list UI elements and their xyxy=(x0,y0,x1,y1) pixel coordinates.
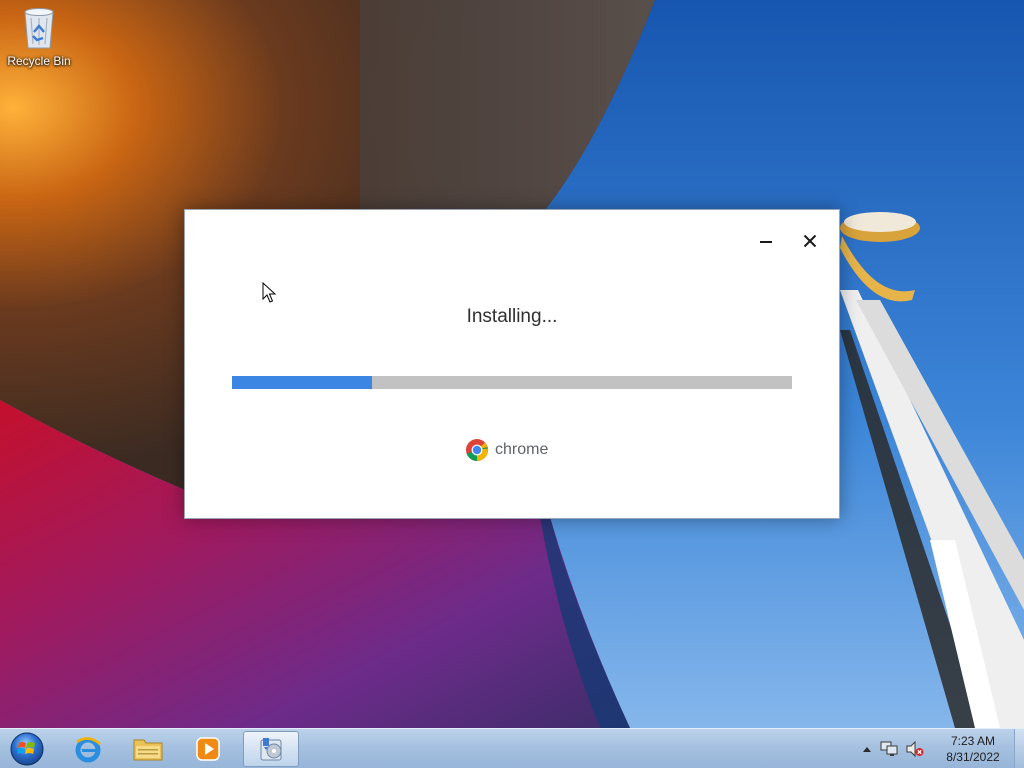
chrome-brand-name: chrome xyxy=(495,441,549,458)
show-hidden-icons-button[interactable] xyxy=(862,745,872,753)
close-icon xyxy=(803,234,817,248)
folder-icon xyxy=(133,739,163,761)
show-desktop-button[interactable] xyxy=(1014,729,1024,768)
show-hidden-icons-icon xyxy=(863,747,871,752)
taskbar-media-player[interactable] xyxy=(180,731,236,767)
volume-control[interactable] xyxy=(906,741,924,757)
install-status-text: Installing... xyxy=(466,306,558,327)
chrome-brand: chrome xyxy=(465,438,548,462)
clock-date: 8/31/2022 xyxy=(946,750,1000,764)
internet-explorer-icon xyxy=(75,737,101,763)
install-progress-fill xyxy=(232,376,372,389)
network-status[interactable] xyxy=(880,741,898,757)
taskbar-internet-explorer[interactable] xyxy=(60,731,116,767)
start-button[interactable] xyxy=(4,729,50,768)
installer-icon xyxy=(260,738,282,761)
network-icon xyxy=(880,741,898,756)
windows-start-orb-icon xyxy=(10,732,44,766)
close-button[interactable] xyxy=(797,228,823,254)
media-player-icon xyxy=(196,737,220,761)
taskbar-clock[interactable]: 7:23 AM 8/31/2022 xyxy=(936,733,1010,765)
desktop-icon-recycle-bin[interactable]: Recycle Bin xyxy=(4,6,74,68)
taskbar-chrome-installer[interactable] xyxy=(243,731,299,767)
minimize-icon xyxy=(760,241,772,243)
taskbar: 7:23 AM 8/31/2022 xyxy=(0,728,1024,768)
volume-muted-icon xyxy=(906,741,924,757)
clock-time: 7:23 AM xyxy=(950,734,996,748)
chrome-installer-window: Installing... chrome xyxy=(184,209,840,519)
desktop: Recycle Bin Installing... chrome 7:23 AM… xyxy=(0,0,1024,768)
chrome-logo-icon xyxy=(466,439,488,461)
system-tray xyxy=(862,729,932,768)
taskbar-file-explorer[interactable] xyxy=(120,731,176,767)
mouse-cursor-icon xyxy=(262,282,276,303)
recycle-bin-icon xyxy=(24,8,54,49)
desktop-icon-label: Recycle Bin xyxy=(7,54,71,68)
minimize-button[interactable] xyxy=(753,228,779,254)
install-progress-bar xyxy=(232,376,792,389)
